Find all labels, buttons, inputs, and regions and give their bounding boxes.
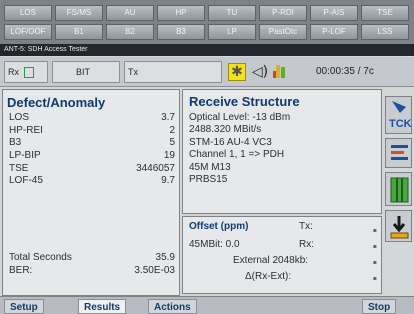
led-b3: B3 bbox=[157, 24, 205, 40]
defect-row-lof-45: LOF-45 9.7 bbox=[9, 175, 175, 187]
led-tse: TSE bbox=[361, 5, 409, 21]
tx-label: Tx bbox=[128, 67, 138, 77]
totals-block: Total Seconds 35.9 BER: 3.50E-03 bbox=[9, 252, 179, 277]
defect-list: LOS 3.7 HP-REI 2 B3 5 LP-BIP 19 TSE 3446057 L… bbox=[9, 112, 179, 188]
status-toolbar: Rx BIT Tx ✱ ◁) 00:00:35 / 7c bbox=[0, 57, 414, 87]
led-b1: B1 bbox=[55, 24, 103, 40]
defect-row-b3: B3 5 bbox=[9, 137, 175, 149]
speaker-icon[interactable]: ◁) bbox=[250, 63, 270, 81]
ber-row: BER: 3.50E-03 bbox=[9, 265, 179, 278]
offset-panel-title: Offset (ppm) bbox=[189, 221, 249, 232]
receive-line-rate: 2488.320 MBit/s bbox=[189, 124, 262, 136]
window-title: ANT-5: SDH Access Tester bbox=[0, 44, 414, 56]
offset-scroll-dots-icon[interactable]: ▪ ▪ ▪ ▪ bbox=[373, 223, 377, 287]
battery-icon bbox=[273, 63, 289, 81]
offset-tx-label: Tx: bbox=[299, 221, 313, 232]
defect-row-lp-bip: LP-BIP 19 bbox=[9, 150, 175, 162]
download-icon[interactable] bbox=[385, 210, 412, 242]
bit-status[interactable]: BIT bbox=[52, 61, 120, 83]
tx-status[interactable]: Tx bbox=[124, 61, 222, 83]
receive-line-mux: 45M M13 bbox=[189, 161, 231, 173]
led-p-lof: P-LOF bbox=[310, 24, 358, 40]
receive-line-channel: Channel 1, 1 => PDH bbox=[189, 149, 285, 161]
tester-screen: LOS FS/MS AU HP TU P-RDI P-AIS TSE LOF/O… bbox=[0, 0, 414, 314]
defect-row-hp-rei: HP-REI 2 bbox=[9, 124, 175, 136]
led-au: AU bbox=[106, 5, 154, 21]
bottom-tab-bar: Setup Results Actions Stop bbox=[0, 296, 414, 314]
receive-lines: Optical Level: -13 dBm 2488.320 MBit/s S… bbox=[189, 112, 379, 186]
total-seconds-row: Total Seconds 35.9 bbox=[9, 252, 179, 265]
receive-line-pattern: PRBS15 bbox=[189, 174, 228, 186]
list-icon[interactable] bbox=[385, 138, 412, 168]
led-fs-ms: FS/MS bbox=[55, 5, 103, 21]
defect-anomaly-panel: Defect/Anomaly LOS 3.7 HP-REI 2 B3 5 LP-BIP… bbox=[2, 89, 180, 296]
led-row-2: LOF/OOF B1 B2 B3 LP PastOtc P-LOF LSS bbox=[4, 24, 412, 40]
receive-line-mapping: STM-16 AU-4 VC3 bbox=[189, 136, 272, 148]
ber-label: BER: bbox=[9, 264, 33, 276]
tck-icon[interactable]: TCK bbox=[385, 96, 412, 134]
offset-external: External 2048kb: bbox=[233, 255, 309, 266]
total-seconds-value: 35.9 bbox=[155, 252, 175, 263]
offset-panel: Offset (ppm) Tx: 45MBit: 0.0 Rx: Externa… bbox=[182, 216, 382, 294]
offset-rate: 45MBit: 0.0 bbox=[189, 239, 240, 250]
led-tu: TU bbox=[208, 5, 256, 21]
error-star-icon[interactable]: ✱ bbox=[228, 63, 246, 81]
led-b2: B2 bbox=[106, 24, 154, 40]
columns-icon[interactable] bbox=[385, 172, 412, 206]
total-seconds-label: Total Seconds bbox=[9, 252, 72, 263]
led-lof-oof: LOF/OOF bbox=[4, 24, 52, 40]
receive-panel-title: Receive Structure bbox=[189, 94, 300, 109]
alarm-led-strip: LOS FS/MS AU HP TU P-RDI P-AIS TSE LOF/O… bbox=[0, 0, 414, 44]
tab-results[interactable]: Results bbox=[78, 299, 127, 314]
rx-label: Rx bbox=[8, 67, 19, 77]
led-pastotc: PastOtc bbox=[259, 24, 307, 40]
offset-delta: Δ(Rx-Ext): bbox=[245, 271, 292, 282]
tab-actions[interactable]: Actions bbox=[148, 299, 197, 314]
bit-label: BIT bbox=[76, 67, 91, 77]
led-p-ais: P-AIS bbox=[310, 5, 358, 21]
stop-button[interactable]: Stop bbox=[362, 299, 397, 314]
led-los: LOS bbox=[4, 5, 52, 21]
defect-panel-title: Defect/Anomaly bbox=[7, 95, 106, 110]
tab-setup[interactable]: Setup bbox=[4, 299, 44, 314]
defect-row-los: LOS 3.7 bbox=[9, 112, 175, 123]
led-p-rdi: P-RDI bbox=[259, 5, 307, 21]
ber-value: 3.50E-03 bbox=[134, 264, 175, 276]
led-lss: LSS bbox=[361, 24, 409, 40]
defect-row-tse: TSE 3446057 bbox=[9, 162, 175, 174]
elapsed-clock: 00:00:35 / 7c bbox=[316, 66, 374, 77]
rx-signal-icon bbox=[23, 67, 34, 79]
led-hp: HP bbox=[157, 5, 205, 21]
rx-status[interactable]: Rx bbox=[4, 61, 48, 83]
svg-text:TCK: TCK bbox=[389, 118, 412, 130]
receive-line-optical: Optical Level: -13 dBm bbox=[189, 112, 291, 123]
led-row-1: LOS FS/MS AU HP TU P-RDI P-AIS TSE bbox=[4, 5, 412, 21]
led-lp: LP bbox=[208, 24, 256, 40]
offset-rx-label: Rx: bbox=[299, 239, 314, 250]
receive-structure-panel: Receive Structure Optical Level: -13 dBm… bbox=[182, 89, 382, 214]
